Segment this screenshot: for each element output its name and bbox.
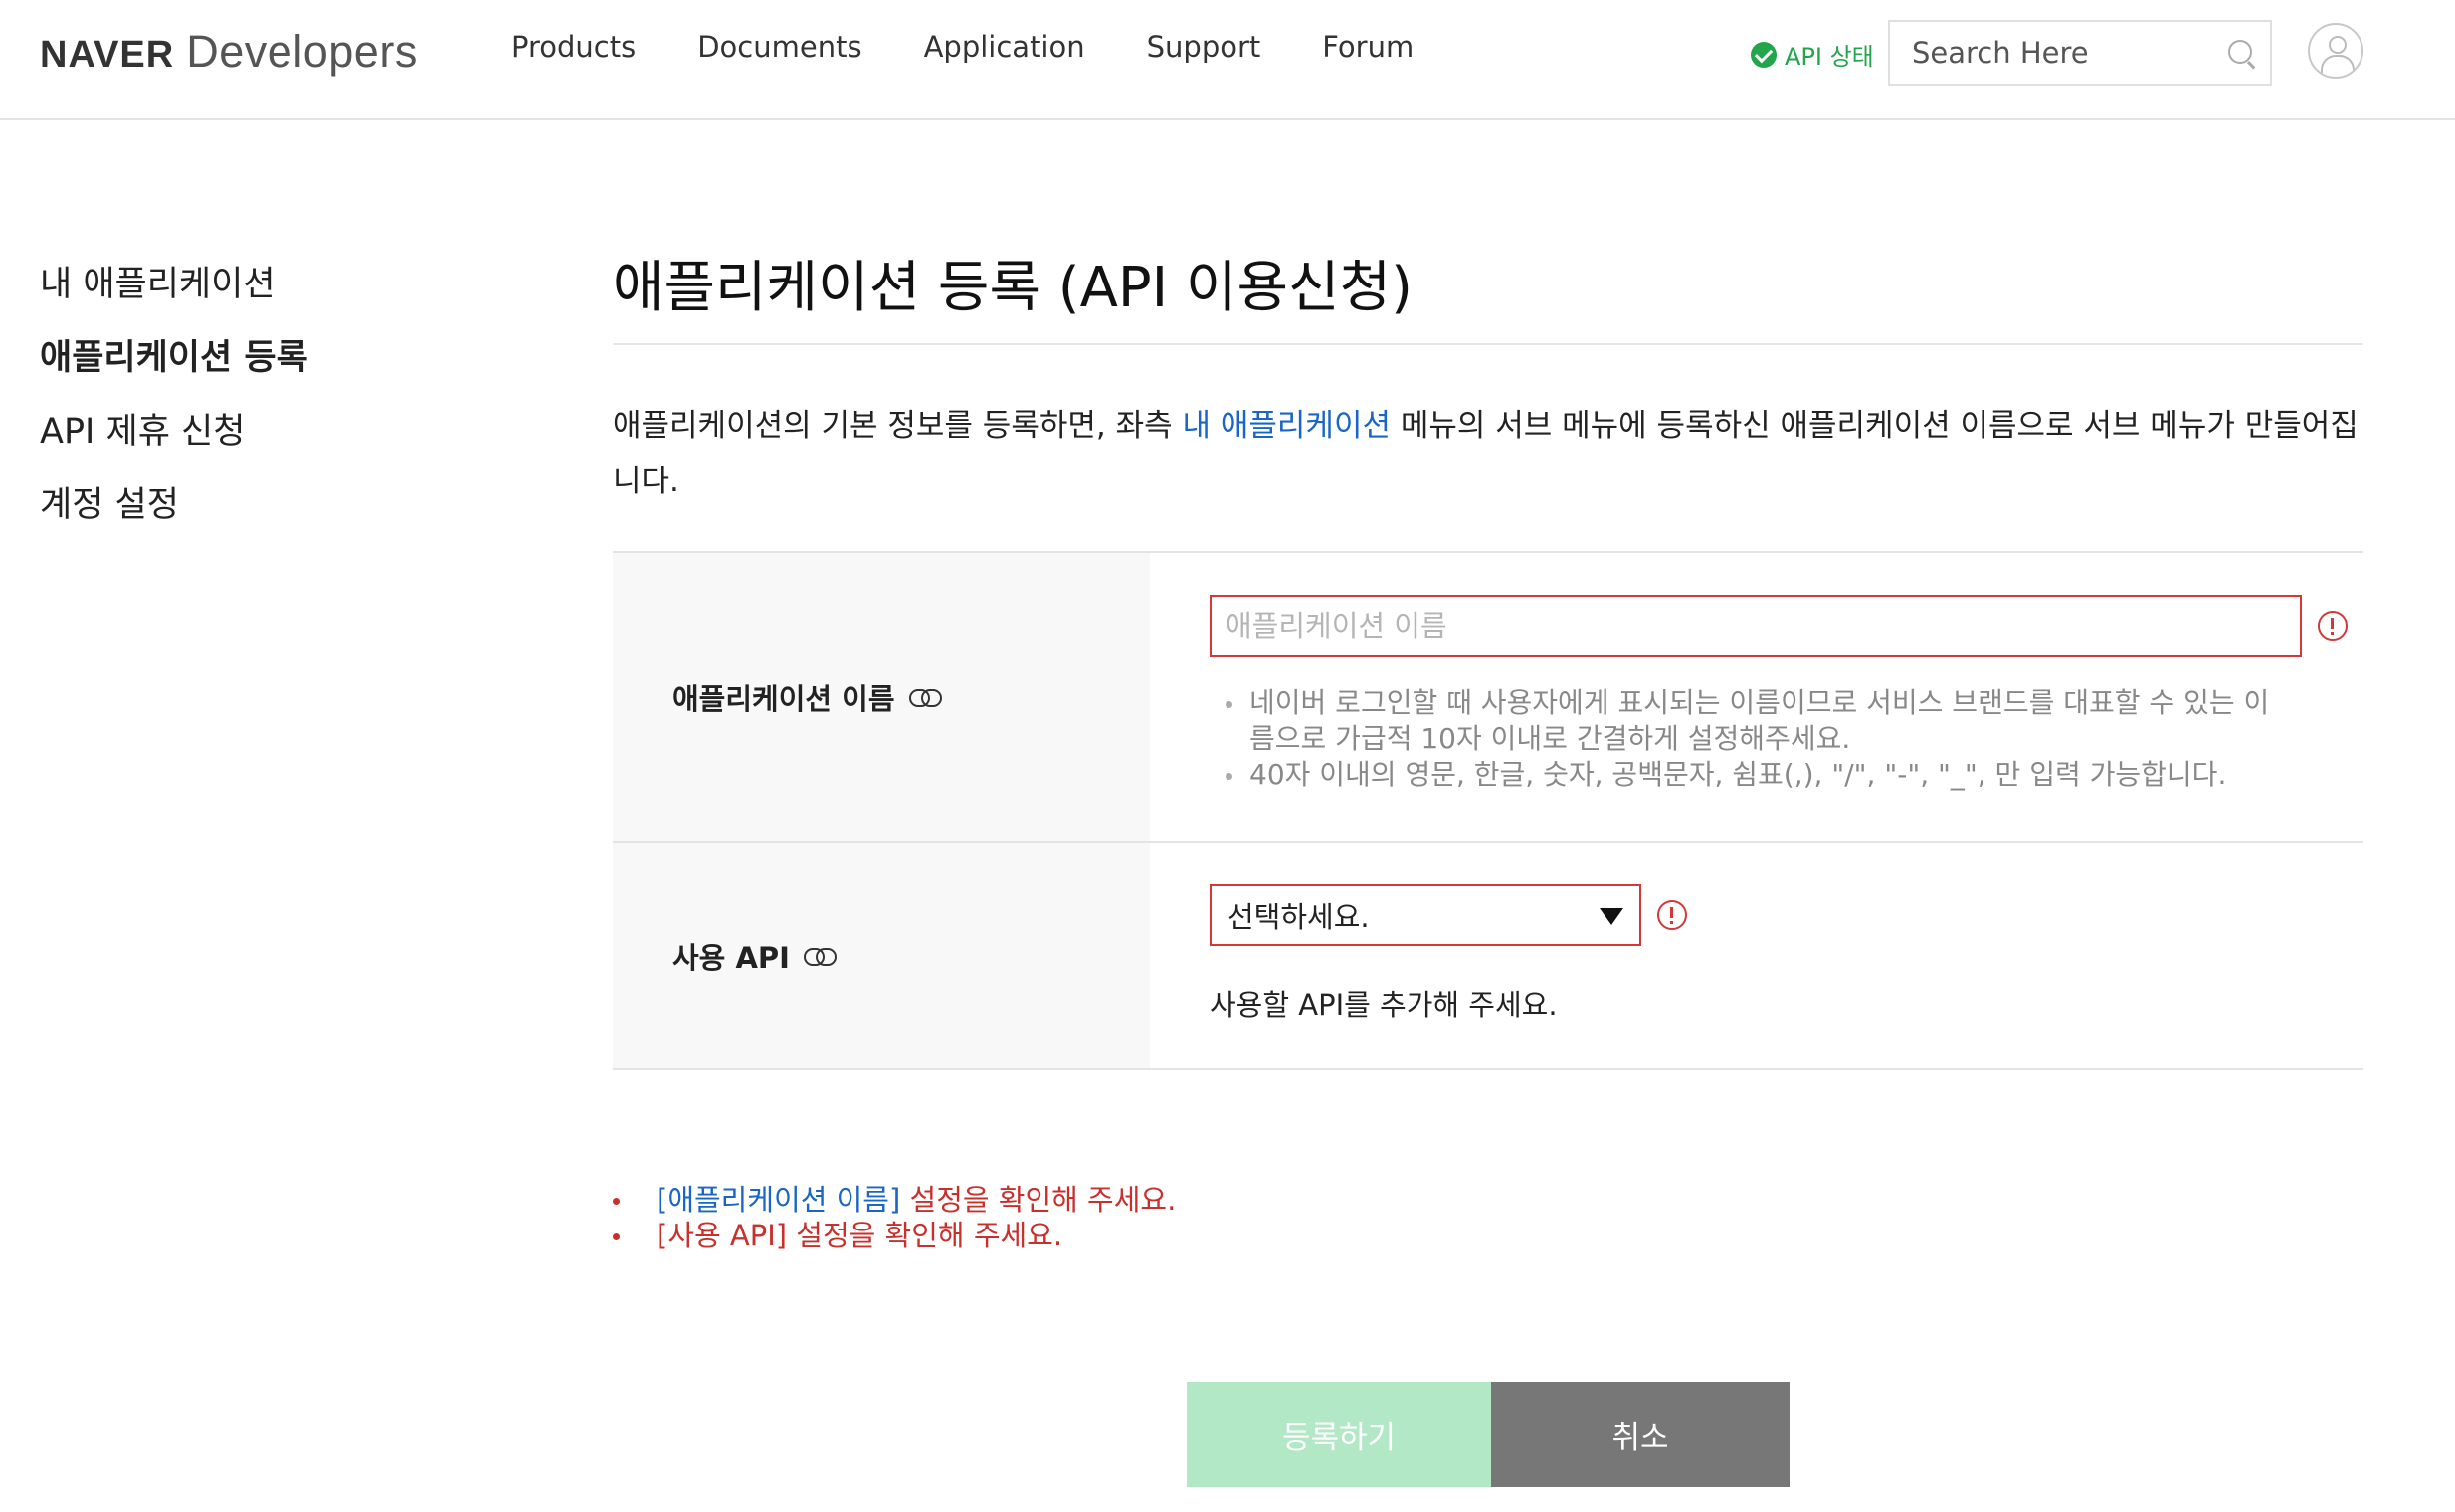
- user-icon: [2329, 36, 2347, 54]
- error-item: [사용 API] 설정을 확인해 주세요.: [613, 1218, 1176, 1253]
- app-name-input[interactable]: [1210, 595, 2302, 657]
- api-select[interactable]: 선택하세요.: [1210, 884, 1641, 946]
- sidebar-item-register-application[interactable]: 애플리케이션 등록: [40, 330, 308, 404]
- top-header: NAVER Developers Products Documents Appl…: [0, 0, 2455, 120]
- app-name-label-cell: 애플리케이션 이름: [613, 553, 1150, 841]
- search-box: [1888, 20, 2272, 86]
- my-applications-link[interactable]: 내 애플리케이션: [1182, 408, 1391, 444]
- error-field-link[interactable]: [애플리케이션 이름]: [657, 1183, 900, 1217]
- link-icon[interactable]: [803, 947, 837, 966]
- avatar[interactable]: [2308, 23, 2363, 79]
- form-row-api: 사용 API 선택하세요. 사용할 API를 추가해 주세요.: [613, 843, 2363, 1070]
- api-status-label: API 상태: [1785, 43, 1874, 71]
- page-description: 애플리케이션의 기본 정보를 등록하면, 좌측 내 애플리케이션 메뉴의 서브 …: [613, 398, 2363, 509]
- api-help-text: 사용할 API를 추가해 주세요.: [1210, 988, 1558, 1022]
- error-message: 설정을 확인해 주세요.: [900, 1183, 1177, 1217]
- api-label: 사용 API: [672, 940, 790, 975]
- page-title: 애플리케이션 등록 (API 이용신청): [613, 256, 1413, 320]
- check-circle-icon: [1751, 41, 1777, 68]
- register-button[interactable]: 등록하기: [1187, 1382, 1491, 1487]
- naver-developers-logo[interactable]: NAVER Developers: [40, 26, 418, 77]
- registration-form: 애플리케이션 이름 네이버 로그인할 때 사용자에게 표시되는 이름이므로 서비…: [613, 551, 2363, 1070]
- error-icon: [2318, 611, 2348, 641]
- validation-errors: [애플리케이션 이름] 설정을 확인해 주세요. [사용 API] 설정을 확인…: [613, 1182, 1176, 1253]
- error-icon: [1657, 900, 1687, 930]
- nav-documents[interactable]: Documents: [697, 30, 861, 64]
- api-status-link[interactable]: API 상태: [1751, 37, 1874, 72]
- search-input[interactable]: [1890, 35, 2232, 71]
- form-row-app-name: 애플리케이션 이름 네이버 로그인할 때 사용자에게 표시되는 이름이므로 서비…: [613, 553, 2363, 843]
- error-item: [애플리케이션 이름] 설정을 확인해 주세요.: [613, 1182, 1176, 1218]
- logo-naver-text: NAVER: [40, 34, 175, 76]
- nav-application[interactable]: Application: [924, 30, 1085, 64]
- sidebar-item-api-partnership[interactable]: API 제휴 신청: [40, 404, 308, 477]
- sidebar-item-my-applications[interactable]: 내 애플리케이션: [40, 257, 308, 330]
- global-nav: Products Documents Application Support F…: [511, 30, 1475, 64]
- cancel-button[interactable]: 취소: [1491, 1382, 1790, 1487]
- nav-products[interactable]: Products: [511, 30, 636, 64]
- app-name-label: 애플리케이션 이름: [672, 681, 895, 716]
- api-field-cell: 선택하세요. 사용할 API를 추가해 주세요.: [1150, 843, 2363, 1068]
- description-text: 애플리케이션의 기본 정보를 등록하면, 좌측: [613, 408, 1183, 444]
- sidebar: 내 애플리케이션 애플리케이션 등록 API 제휴 신청 계정 설정: [40, 257, 308, 551]
- app-name-hints: 네이버 로그인할 때 사용자에게 표시되는 이름이므로 서비스 브랜드를 대표할…: [1210, 685, 2284, 793]
- api-label-cell: 사용 API: [613, 843, 1150, 1068]
- hint-item: 40자 이내의 영문, 한글, 숫자, 공백문자, 쉼표(,), "/", "-…: [1210, 757, 2284, 793]
- user-icon-body: [2321, 55, 2355, 77]
- caret-down-icon: [1600, 908, 1623, 925]
- main-content: 애플리케이션 등록 (API 이용신청) 애플리케이션의 기본 정보를 등록하면…: [613, 249, 2363, 1070]
- api-select-value: 선택하세요.: [1228, 900, 1370, 934]
- nav-forum[interactable]: Forum: [1322, 30, 1414, 64]
- title-divider: [613, 343, 2363, 345]
- nav-support[interactable]: Support: [1147, 30, 1261, 64]
- logo-developers-text: Developers: [186, 26, 418, 77]
- hint-item: 네이버 로그인할 때 사용자에게 표시되는 이름이므로 서비스 브랜드를 대표할…: [1210, 685, 2284, 757]
- link-icon[interactable]: [908, 688, 942, 707]
- sidebar-item-account-settings[interactable]: 계정 설정: [40, 477, 308, 551]
- app-name-field-cell: 네이버 로그인할 때 사용자에게 표시되는 이름이므로 서비스 브랜드를 대표할…: [1150, 553, 2363, 841]
- search-icon[interactable]: [2228, 40, 2252, 64]
